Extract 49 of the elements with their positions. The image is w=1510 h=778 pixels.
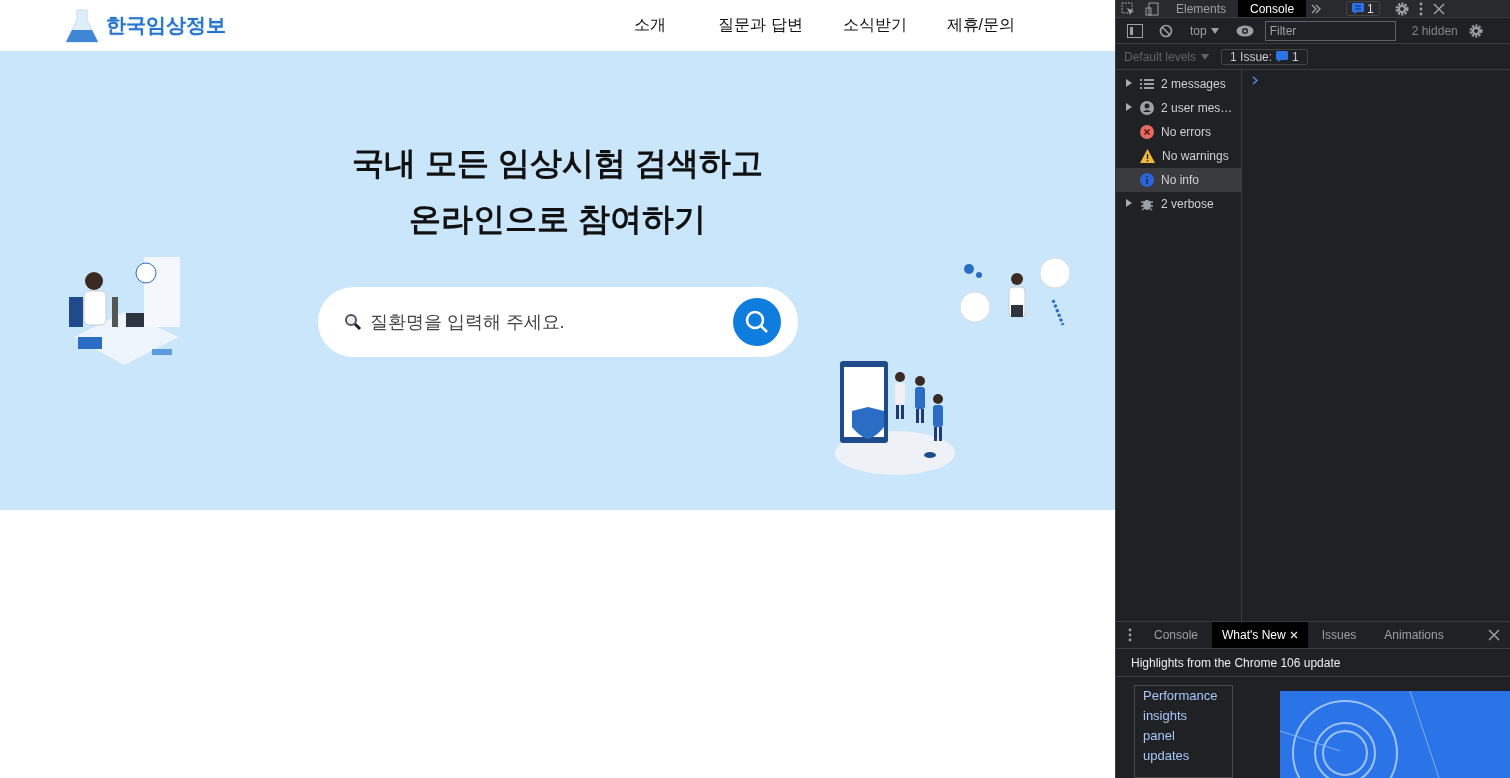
search-button[interactable] (732, 298, 781, 346)
sidebar-item[interactable]: 2 messages (1116, 72, 1241, 96)
nav-link[interactable]: 질문과 답변 (698, 15, 823, 36)
sidebar-item[interactable]: 2 verbose (1116, 192, 1241, 216)
expand-triangle-icon (1126, 79, 1132, 87)
sidebar-item[interactable]: No errors (1116, 120, 1241, 144)
search-field[interactable]: 질환명을 입력해 주세요. (367, 310, 727, 334)
prompt-chevron-icon (1252, 76, 1258, 85)
sidebar-item[interactable]: No info (1116, 168, 1241, 192)
issues-button[interactable]: 1 Issue: 1 (1221, 48, 1308, 65)
drawer-tab[interactable]: Animations (1374, 622, 1454, 648)
warning-icon (1140, 149, 1155, 163)
nav-link[interactable]: 제휴/문의 (926, 15, 1035, 36)
caret-icon (1210, 27, 1219, 34)
nav-link[interactable]: 소식받기 (822, 15, 927, 36)
drawer-tab[interactable]: What's New (1212, 622, 1308, 648)
message-icon (1352, 3, 1365, 14)
hidden-count: 2 hidden (1411, 23, 1458, 38)
highlight-link[interactable]: insights (1143, 706, 1224, 726)
magnifier-icon (343, 313, 362, 331)
info-icon (1140, 173, 1154, 187)
message-icon (1276, 51, 1289, 62)
context-dropdown[interactable]: top (1184, 23, 1225, 38)
hero-title: 국내 모든 임상시험 검색하고 온라인으로 참여하기 (352, 144, 763, 239)
close-icon[interactable] (1289, 631, 1298, 639)
drawer-tab[interactable]: Console (1144, 622, 1209, 648)
devtools-tab[interactable]: Elements (1164, 0, 1239, 17)
expand-triangle-icon (1126, 199, 1132, 207)
caret-icon (1201, 53, 1210, 60)
devtools-tab[interactable]: Console (1238, 0, 1307, 17)
user-icon (1140, 101, 1154, 115)
expand-triangle-icon (1126, 103, 1132, 111)
highlight-link[interactable]: Performance (1143, 686, 1224, 706)
list-icon (1140, 79, 1154, 89)
nav-link[interactable]: 소개 (602, 15, 699, 36)
error-icon (1140, 125, 1154, 139)
sidebar-item[interactable]: No warnings (1116, 144, 1241, 168)
highlight-link[interactable]: updates (1143, 746, 1224, 766)
flask-icon (64, 7, 100, 44)
bug-icon (1140, 197, 1154, 211)
drawer-tab[interactable]: Issues (1311, 622, 1367, 648)
sidebar-item[interactable]: 2 user mes… (1116, 96, 1241, 120)
whats-new-headline: Highlights from the Chrome 106 update (1116, 649, 1510, 677)
search-icon (743, 309, 770, 335)
site-logo[interactable]: 한국임상정보 (64, 7, 226, 44)
issues-badge[interactable]: 1 (1346, 1, 1380, 16)
logo-text: 한국임상정보 (106, 13, 226, 38)
highlight-link[interactable]: panel (1143, 726, 1224, 746)
filter-field[interactable]: Filter (1264, 20, 1396, 41)
